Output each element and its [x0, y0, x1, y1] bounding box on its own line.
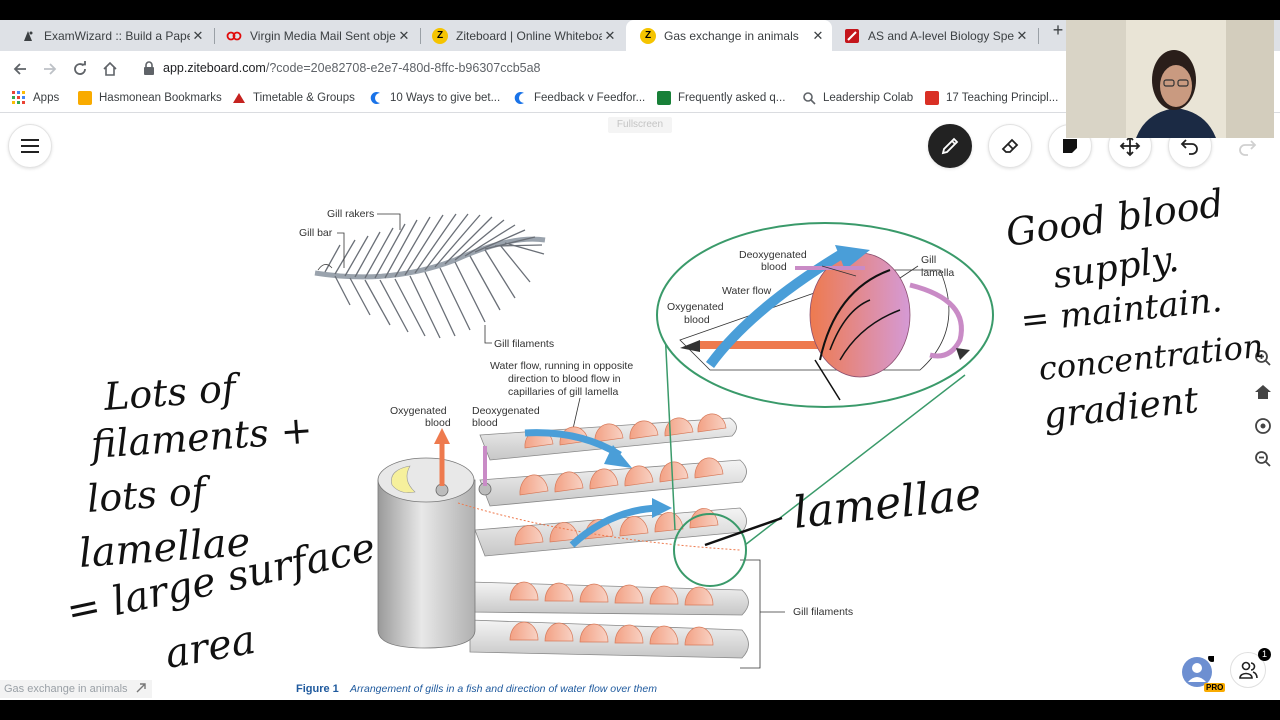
- webcam-video-overlay: [1066, 20, 1274, 138]
- ink-lots-of-1: Lots of: [102, 365, 244, 419]
- apps-grid-icon: [12, 91, 26, 105]
- bookmark-label: Leadership Colab: [823, 92, 914, 104]
- bookmark-feedback[interactable]: Feedback v Feedfor...: [513, 91, 645, 105]
- ink-lots-of-2: lots of: [86, 468, 214, 521]
- webcam-person-image: [1066, 20, 1274, 138]
- tab-title: Gas exchange in animals: [664, 28, 799, 43]
- forward-arrow-icon[interactable]: [38, 57, 62, 81]
- address-bar[interactable]: app.ziteboard.com/?code=20e82708-e2e7-48…: [163, 61, 541, 75]
- bookmark-label: 10 Ways to give bet...: [390, 92, 501, 104]
- back-arrow-icon[interactable]: [8, 57, 32, 81]
- tab-title: Virgin Media Mail Sent objec: [250, 28, 396, 43]
- new-tab-plus-icon[interactable]: +: [1048, 20, 1068, 41]
- ink-good-blood: Good blood: [1003, 181, 1226, 255]
- ink-pointer-line: [704, 516, 783, 547]
- reload-icon[interactable]: [68, 57, 92, 81]
- aqa-favicon-icon: [844, 28, 860, 44]
- bottom-black-bar: [0, 700, 1280, 720]
- tab-title: ExamWizard :: Build a Paper: [44, 28, 190, 43]
- tab-title: Ziteboard | Online Whiteboa: [456, 28, 602, 43]
- bookmark-timetable[interactable]: Timetable & Groups: [232, 91, 355, 105]
- tab-close-icon[interactable]: ✕: [190, 28, 206, 44]
- bookmark-faq[interactable]: Frequently asked q...: [657, 91, 785, 105]
- teaching-icon: [925, 91, 939, 105]
- bookmark-label: 17 Teaching Principl...: [946, 92, 1059, 104]
- ziteboard-favicon-icon: Z: [432, 27, 448, 44]
- tab-examwizard[interactable]: ExamWizard :: Build a Paper ✕: [6, 20, 212, 51]
- handwriting-layer: Lots of filaments + lots of lamellae = l…: [63, 181, 1266, 678]
- folder-icon: [78, 91, 92, 105]
- tab-aqa-biology[interactable]: AS and A-level Biology Spec ✕: [830, 20, 1036, 51]
- tab-close-icon[interactable]: ✕: [1014, 28, 1030, 44]
- bookmark-apps[interactable]: Apps: [12, 91, 59, 105]
- virgin-media-favicon-icon: [226, 28, 242, 44]
- ink-maintain: = maintain.: [1019, 280, 1224, 341]
- bookmark-leadership[interactable]: Leadership Colab: [802, 91, 913, 105]
- crescent-icon: [369, 91, 383, 105]
- bookmark-teaching[interactable]: 17 Teaching Principl...: [925, 91, 1058, 105]
- url-host: app.ziteboard.com: [163, 61, 266, 75]
- tab-ziteboard[interactable]: Z Ziteboard | Online Whiteboa ✕: [418, 20, 624, 51]
- bookmark-10-ways[interactable]: 10 Ways to give bet...: [369, 91, 500, 105]
- bookmark-hasmonean[interactable]: Hasmonean Bookmarks: [78, 91, 222, 105]
- tab-separator: [1038, 28, 1039, 44]
- ink-lamellae-pointer: lamellae: [791, 469, 984, 539]
- tab-close-icon[interactable]: ✕: [810, 28, 826, 44]
- tab-virgin-media[interactable]: Virgin Media Mail Sent objec ✕: [212, 20, 418, 51]
- bookmark-label: Hasmonean Bookmarks: [99, 92, 222, 104]
- bookmark-label: Feedback v Feedfor...: [534, 92, 646, 104]
- bookmark-label: Timetable & Groups: [253, 92, 355, 104]
- faq-icon: [657, 91, 671, 105]
- crescent-icon: [513, 91, 527, 105]
- tab-gas-exchange[interactable]: Z Gas exchange in animals ✕: [626, 20, 832, 51]
- top-black-bar: [0, 0, 1280, 20]
- search-icon: [802, 91, 816, 105]
- lock-icon[interactable]: [143, 61, 155, 80]
- tab-close-icon[interactable]: ✕: [602, 28, 618, 44]
- ziteboard-favicon-icon: Z: [640, 27, 656, 44]
- url-path: /?code=20e82708-e2e7-480d-8ffc-b96307ccb…: [265, 61, 541, 75]
- bookmark-label: Apps: [33, 92, 60, 104]
- home-icon[interactable]: [98, 57, 122, 81]
- ink-gradient: gradient: [1042, 380, 1201, 437]
- timetable-icon: [232, 91, 246, 105]
- tab-title: AS and A-level Biology Spec: [868, 28, 1014, 43]
- tab-close-icon[interactable]: ✕: [396, 28, 412, 44]
- examwizard-favicon-icon: [20, 28, 36, 44]
- ink-area: area: [162, 617, 259, 678]
- bookmark-label: Frequently asked q...: [678, 92, 786, 104]
